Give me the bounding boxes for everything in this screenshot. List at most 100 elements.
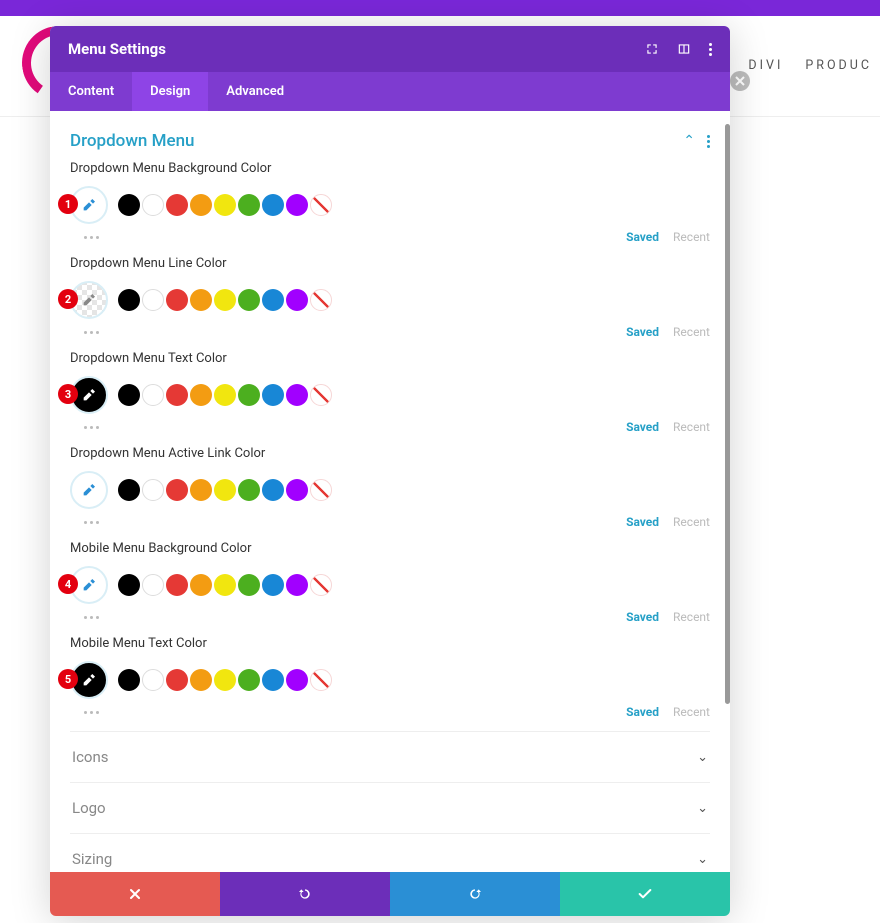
color-swatch[interactable] xyxy=(286,384,308,406)
color-swatch[interactable] xyxy=(262,574,284,596)
color-swatch-none[interactable] xyxy=(310,479,332,501)
saved-link[interactable]: Saved xyxy=(626,230,659,244)
color-swatch[interactable] xyxy=(238,574,260,596)
more-dots-icon[interactable] xyxy=(84,331,99,334)
color-swatch[interactable] xyxy=(214,289,236,311)
more-dots-icon[interactable] xyxy=(84,711,99,714)
more-dots-icon[interactable] xyxy=(84,616,99,619)
color-swatch[interactable] xyxy=(286,289,308,311)
color-swatch[interactable] xyxy=(142,289,164,311)
more-dots-icon[interactable] xyxy=(84,236,99,239)
site-nav: DIVI PRODUC xyxy=(748,58,872,73)
saved-link[interactable]: Saved xyxy=(626,610,659,624)
color-swatch[interactable] xyxy=(238,669,260,691)
saved-link[interactable]: Saved xyxy=(626,705,659,719)
saved-link[interactable]: Saved xyxy=(626,420,659,434)
nav-item-products[interactable]: PRODUC xyxy=(805,58,872,73)
color-swatch[interactable] xyxy=(286,669,308,691)
tab-content[interactable]: Content xyxy=(50,72,132,111)
undo-button[interactable] xyxy=(220,872,390,916)
color-swatch-none[interactable] xyxy=(310,384,332,406)
columns-icon[interactable] xyxy=(677,42,691,56)
color-swatch[interactable] xyxy=(190,479,212,501)
color-swatch[interactable] xyxy=(118,194,140,216)
color-swatch[interactable] xyxy=(262,479,284,501)
color-swatch[interactable] xyxy=(142,669,164,691)
color-swatch[interactable] xyxy=(238,479,260,501)
color-swatch[interactable] xyxy=(262,669,284,691)
more-dots-icon[interactable] xyxy=(84,521,99,524)
close-panel-icon[interactable] xyxy=(730,71,750,91)
color-swatch-none[interactable] xyxy=(310,289,332,311)
color-swatch[interactable] xyxy=(166,574,188,596)
recent-link[interactable]: Recent xyxy=(673,515,710,529)
section-title-text: Dropdown Menu xyxy=(70,131,195,151)
color-swatch[interactable] xyxy=(262,384,284,406)
tab-design[interactable]: Design xyxy=(132,72,208,111)
color-swatch[interactable] xyxy=(166,669,188,691)
color-swatch[interactable] xyxy=(190,194,212,216)
color-swatch-none[interactable] xyxy=(310,194,332,216)
color-swatch[interactable] xyxy=(214,479,236,501)
save-button[interactable] xyxy=(560,872,730,916)
more-dots-icon[interactable] xyxy=(84,426,99,429)
color-swatch[interactable] xyxy=(166,194,188,216)
color-swatch-none[interactable] xyxy=(310,669,332,691)
color-swatch[interactable] xyxy=(118,574,140,596)
color-swatch[interactable] xyxy=(166,289,188,311)
eyedropper-icon xyxy=(81,387,97,403)
color-swatch[interactable] xyxy=(238,194,260,216)
color-swatch[interactable] xyxy=(286,194,308,216)
step-badge: 2 xyxy=(58,289,78,309)
header-more-icon[interactable] xyxy=(709,43,712,56)
color-swatch[interactable] xyxy=(214,194,236,216)
chevron-up-icon[interactable]: ⌃ xyxy=(683,133,695,149)
saved-link[interactable]: Saved xyxy=(626,325,659,339)
color-swatch[interactable] xyxy=(238,289,260,311)
color-swatch[interactable] xyxy=(214,669,236,691)
recent-link[interactable]: Recent xyxy=(673,325,710,339)
chevron-down-icon: ⌄ xyxy=(697,852,708,867)
color-swatch[interactable] xyxy=(190,384,212,406)
color-swatch[interactable] xyxy=(190,669,212,691)
color-swatch[interactable] xyxy=(238,384,260,406)
color-swatch[interactable] xyxy=(286,574,308,596)
step-badge: 1 xyxy=(58,194,78,214)
recent-link[interactable]: Recent xyxy=(673,230,710,244)
step-badge: 5 xyxy=(58,669,78,689)
eyedropper-button[interactable] xyxy=(70,471,108,509)
color-swatch[interactable] xyxy=(118,479,140,501)
cancel-button[interactable] xyxy=(50,872,220,916)
scrollbar-thumb[interactable] xyxy=(725,124,730,704)
redo-button[interactable] xyxy=(390,872,560,916)
color-swatch[interactable] xyxy=(214,574,236,596)
color-swatch[interactable] xyxy=(190,289,212,311)
color-swatch[interactable] xyxy=(118,289,140,311)
color-swatch[interactable] xyxy=(118,669,140,691)
section-icons[interactable]: Icons ⌄ xyxy=(70,731,710,782)
recent-link[interactable]: Recent xyxy=(673,705,710,719)
section-more-icon[interactable] xyxy=(707,135,710,148)
saved-link[interactable]: Saved xyxy=(626,515,659,529)
color-swatch[interactable] xyxy=(166,384,188,406)
section-dropdown-menu[interactable]: Dropdown Menu ⌃ xyxy=(70,125,710,161)
nav-item-divi[interactable]: DIVI xyxy=(748,58,783,73)
recent-link[interactable]: Recent xyxy=(673,420,710,434)
color-swatch[interactable] xyxy=(262,289,284,311)
color-swatch[interactable] xyxy=(142,479,164,501)
expand-icon[interactable] xyxy=(645,42,659,56)
color-swatch[interactable] xyxy=(142,194,164,216)
color-swatch[interactable] xyxy=(166,479,188,501)
recent-link[interactable]: Recent xyxy=(673,610,710,624)
color-swatch[interactable] xyxy=(142,574,164,596)
color-swatch[interactable] xyxy=(286,479,308,501)
section-sizing[interactable]: Sizing ⌄ xyxy=(70,833,710,872)
color-swatch[interactable] xyxy=(142,384,164,406)
color-swatch[interactable] xyxy=(118,384,140,406)
section-logo[interactable]: Logo ⌄ xyxy=(70,782,710,833)
color-swatch-none[interactable] xyxy=(310,574,332,596)
tab-advanced[interactable]: Advanced xyxy=(208,72,302,111)
color-swatch[interactable] xyxy=(214,384,236,406)
color-swatch[interactable] xyxy=(262,194,284,216)
color-swatch[interactable] xyxy=(190,574,212,596)
